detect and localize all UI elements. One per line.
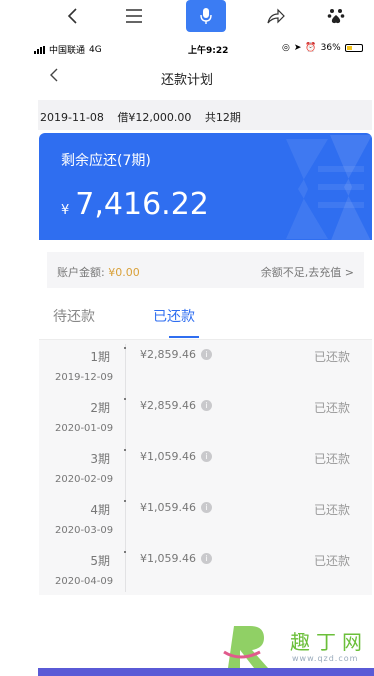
lock-rotation-icon: ◎: [282, 43, 290, 53]
watermark-url: www.qzd.com: [292, 654, 359, 663]
payment-date: 2020-03-09: [55, 525, 114, 536]
loan-summary: 2019-11-08 借¥12,000.00 共12期: [38, 100, 372, 130]
balance-value: ¥0.00: [108, 266, 140, 279]
status-time: 上午9:22: [188, 46, 229, 56]
list-item[interactable]: 5期 2020-04-09 ¥1,059.46 i 已还款: [39, 544, 372, 594]
payment-status: 已还款: [313, 350, 350, 364]
carrier-name: 中国联通: [49, 46, 86, 56]
payment-term: 5期: [90, 554, 110, 568]
loan-amount: 借¥12,000.00: [117, 111, 192, 124]
watermark-text: 趣丁网: [290, 630, 368, 654]
remaining-card: 剩余应还(7期) ¥ 7,416.22: [39, 133, 372, 240]
payment-list: 1期 2019-12-09 ¥2,859.46 i 已还款 2期 2020-01…: [39, 340, 372, 595]
payment-amount: ¥2,859.46: [140, 348, 196, 361]
carrier-info: 中国联通 4G: [34, 43, 102, 56]
payment-term: 2期: [90, 401, 110, 415]
payment-status: 已还款: [313, 401, 350, 415]
tab-bar: 待还款 已还款: [39, 300, 372, 340]
timeline-dot: [124, 551, 126, 553]
info-icon[interactable]: i: [201, 349, 212, 360]
network-type: 4G: [89, 44, 102, 55]
location-icon: ➤: [293, 43, 302, 53]
battery-icon: [344, 44, 363, 52]
status-bar: 中国联通 4G 上午9:22 ◎ ➤ ⏰ 36%: [0, 36, 374, 60]
alarm-icon: ⏰: [305, 43, 317, 53]
payment-date: 2019-12-09: [55, 372, 114, 383]
signal-icon: [34, 45, 45, 54]
payment-date: 2020-04-09: [55, 576, 114, 587]
bottom-strip: [38, 668, 374, 676]
payment-amount: ¥1,059.46: [140, 501, 196, 514]
recharge-link[interactable]: 余额不足,去充值 >: [261, 264, 354, 280]
info-icon[interactable]: i: [201, 553, 212, 564]
payment-amount: ¥1,059.46: [140, 552, 196, 565]
repayment-content: 账户金额: ¥0.00 余额不足,去充值 > 待还款 已还款 1期 2019-1…: [39, 240, 372, 596]
payment-amount: ¥1,059.46: [140, 450, 196, 463]
browser-toolbar: [0, 0, 374, 36]
share-icon[interactable]: [262, 0, 290, 32]
list-item[interactable]: 3期 2020-02-09 ¥1,059.46 i 已还款: [39, 442, 372, 492]
balance-info: 账户金额: ¥0.00: [57, 264, 140, 280]
status-right: ◎ ➤ ⏰ 36%: [282, 43, 363, 53]
list-item[interactable]: 2期 2020-01-09 ¥2,859.46 i 已还款: [39, 391, 372, 441]
payment-term: 3期: [90, 452, 110, 466]
list-item[interactable]: 4期 2020-03-09 ¥1,059.46 i 已还款: [39, 493, 372, 543]
account-balance-bar: 账户金额: ¥0.00 余额不足,去充值 >: [47, 252, 364, 288]
payment-term: 1期: [90, 350, 110, 364]
payment-date: 2020-02-09: [55, 474, 114, 485]
payment-term: 4期: [90, 503, 110, 517]
tab-repaid[interactable]: 已还款: [153, 306, 195, 326]
payment-status: 已还款: [313, 503, 350, 517]
balance-label: 账户金额:: [57, 266, 109, 279]
nav-bar: 还款计划: [0, 60, 374, 96]
payment-status: 已还款: [313, 554, 350, 568]
menu-icon[interactable]: [120, 0, 148, 32]
timeline-dot: [124, 398, 126, 400]
payment-date: 2020-01-09: [55, 423, 114, 434]
loan-periods: 共12期: [204, 111, 241, 124]
card-decoration: [286, 135, 372, 240]
payment-amount: ¥2,859.46: [140, 399, 196, 412]
info-icon[interactable]: i: [201, 502, 212, 513]
chevron-left-icon[interactable]: [58, 0, 86, 32]
tab-pending[interactable]: 待还款: [53, 306, 95, 326]
battery-percent: 36%: [320, 43, 341, 53]
remaining-value: 7,416.22: [75, 187, 209, 222]
info-icon[interactable]: i: [201, 400, 212, 411]
watermark-logo-icon: [223, 626, 268, 668]
page-title: 还款计划: [160, 73, 213, 88]
currency-symbol: ¥: [61, 203, 70, 218]
microphone-icon[interactable]: [186, 0, 226, 32]
info-icon[interactable]: i: [201, 451, 212, 462]
active-tab-indicator: [169, 336, 199, 338]
remaining-amount: ¥ 7,416.22: [61, 187, 209, 222]
baidu-paw-icon[interactable]: [322, 0, 350, 32]
payment-status: 已还款: [313, 452, 350, 466]
list-item[interactable]: 1期 2019-12-09 ¥2,859.46 i 已还款: [39, 340, 372, 390]
timeline-dot: [124, 347, 126, 349]
loan-date: 2019-11-08: [40, 111, 104, 124]
site-watermark: 趣丁网 www.qzd.com: [220, 622, 374, 670]
timeline-dot: [124, 449, 126, 451]
remaining-label: 剩余应还(7期): [61, 153, 151, 169]
timeline-dot: [124, 500, 126, 502]
